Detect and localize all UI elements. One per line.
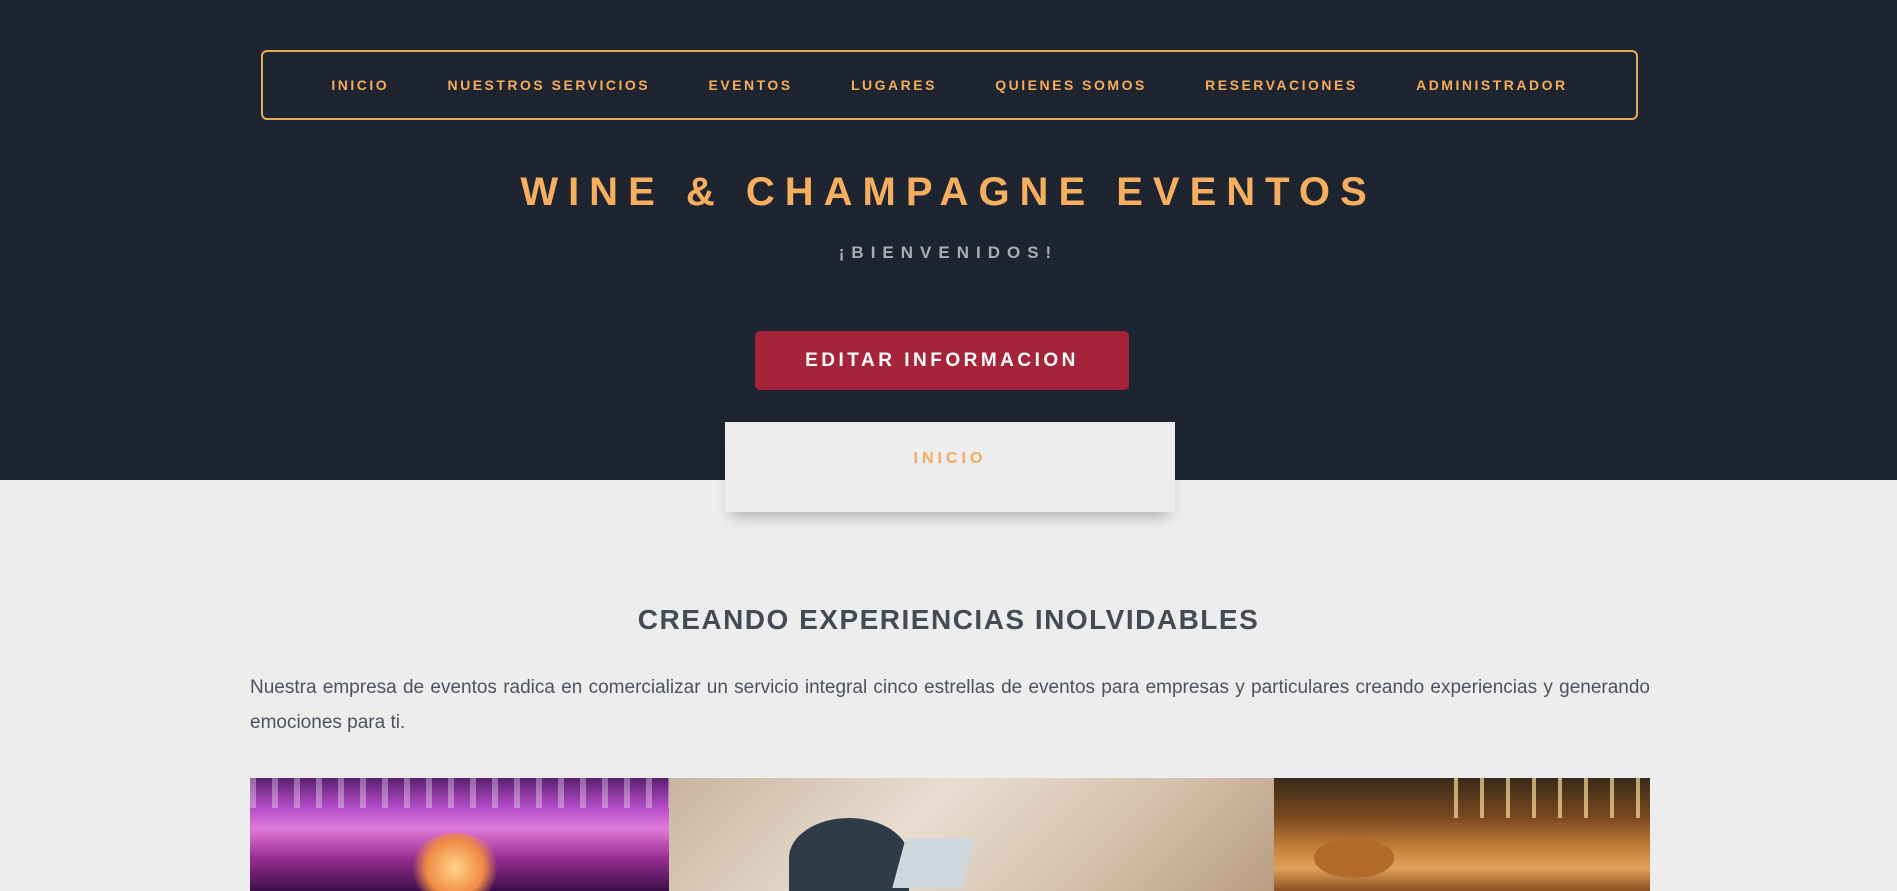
nav-item-administrador[interactable]: ADMINISTRADOR (1416, 77, 1568, 93)
nav-item-nuestros-servicios[interactable]: NUESTROS SERVICIOS (447, 77, 650, 93)
nav-item-reservaciones[interactable]: RESERVACIONES (1205, 77, 1358, 93)
main-navigation: INICIO NUESTROS SERVICIOS EVENTOS LUGARE… (261, 50, 1638, 120)
nav-item-quienes-somos[interactable]: QUIENES SOMOS (995, 77, 1147, 93)
event-hall-photo (250, 778, 669, 891)
section-tab: INICIO (725, 422, 1175, 512)
nav-item-inicio[interactable]: INICIO (331, 77, 389, 93)
catering-table-photo (1274, 778, 1650, 891)
edit-information-button[interactable]: EDITAR INFORMACION (755, 331, 1129, 390)
event-photo-gallery (250, 778, 1650, 891)
site-title: WINE & CHAMPAGNE EVENTOS (520, 170, 1377, 214)
welcome-subtitle: ¡BIENVENIDOS! (838, 243, 1059, 262)
tab-inicio[interactable]: INICIO (725, 422, 1175, 468)
hero-header: INICIO NUESTROS SERVICIOS EVENTOS LUGARE… (0, 0, 1897, 480)
planning-meeting-photo (669, 778, 1274, 891)
section-description: Nuestra empresa de eventos radica en com… (250, 677, 1650, 733)
section-heading: CREANDO EXPERIENCIAS INOLVIDABLES (637, 604, 1260, 635)
nav-item-lugares[interactable]: LUGARES (851, 77, 937, 93)
nav-item-eventos[interactable]: EVENTOS (708, 77, 792, 93)
